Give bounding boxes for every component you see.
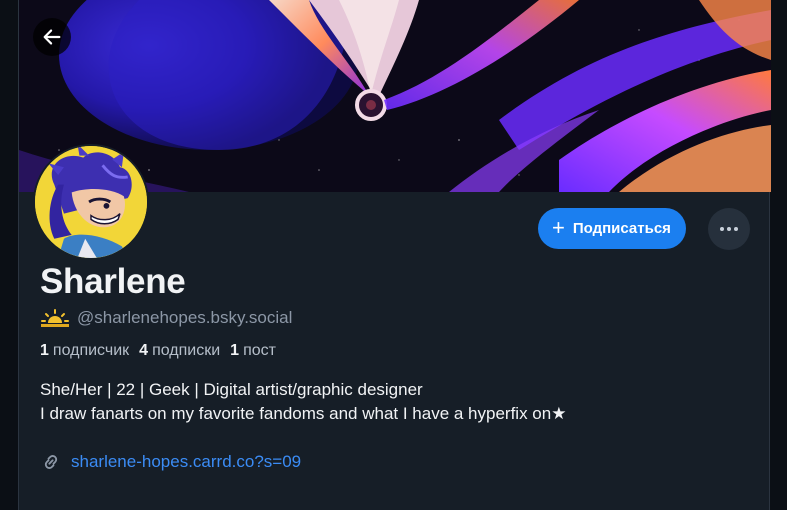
posts-label: пост — [243, 342, 276, 359]
profile-link[interactable]: sharlene-hopes.carrd.co?s=09 — [71, 452, 301, 472]
avatar[interactable] — [33, 144, 149, 260]
ellipsis-icon — [720, 227, 724, 231]
followers-count: 1 — [40, 342, 49, 359]
bio-line-2: I draw fanarts on my favorite fandoms an… — [40, 404, 567, 423]
posts-stat: 1 пост — [230, 342, 276, 360]
followers-label: подписчик — [52, 342, 130, 359]
profile-link-row: sharlene-hopes.carrd.co?s=09 — [41, 452, 301, 472]
bio-line-1: She/Her | 22 | Geek | Digital artist/gra… — [40, 380, 423, 399]
following-label: подписки — [152, 342, 221, 359]
following-count: 4 — [139, 342, 149, 359]
follow-button-label: Подписаться — [572, 220, 671, 237]
link-icon — [44, 455, 58, 469]
followers-stat[interactable]: 1 подписчик — [40, 342, 129, 360]
profile-page: + Подписаться Sharlene @sharlenehopes.bs… — [18, 0, 771, 510]
stats-row: 1 подписчик 4 подписки 1 пост — [40, 342, 276, 360]
back-button[interactable] — [33, 18, 71, 56]
handle: @sharlenehopes.bsky.social — [77, 308, 293, 327]
plus-icon: + — [552, 214, 565, 240]
following-stat[interactable]: 4 подписки — [139, 342, 220, 360]
profile-bio: She/Her | 22 | Geek | Digital artist/gra… — [40, 378, 566, 426]
more-options-button[interactable] — [708, 208, 750, 250]
handle-row: @sharlenehopes.bsky.social — [41, 308, 292, 328]
sunrise-icon — [41, 309, 69, 327]
arrow-left-icon — [43, 29, 61, 45]
posts-count: 1 — [230, 342, 240, 359]
follow-button[interactable]: + Подписаться — [538, 208, 686, 249]
display-name: Sharlene — [40, 262, 186, 301]
